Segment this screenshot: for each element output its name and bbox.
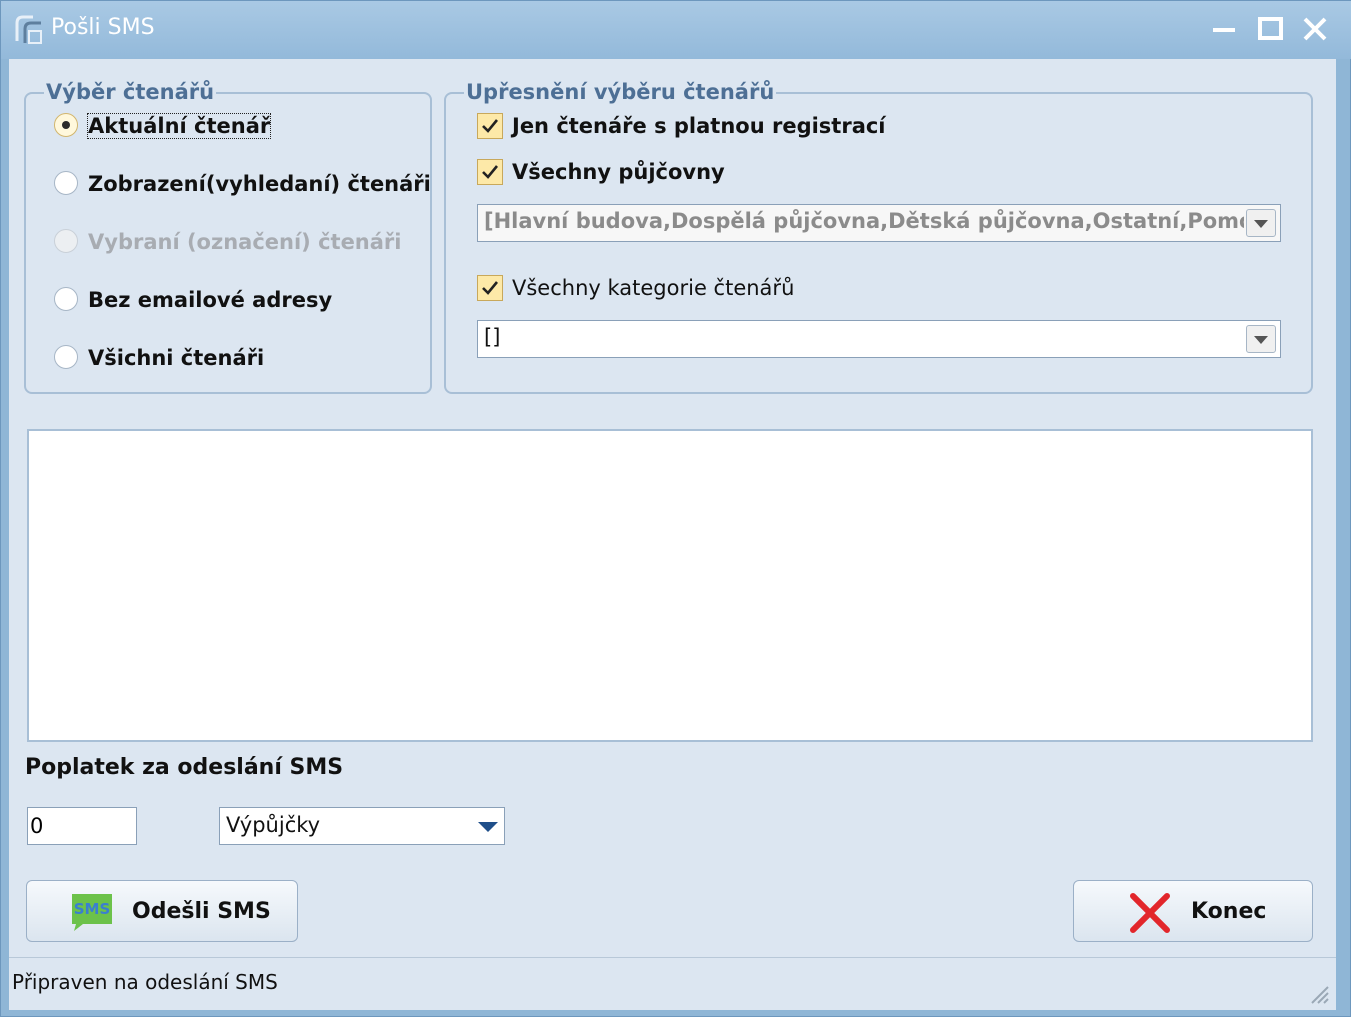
chevron-down-icon[interactable] bbox=[478, 822, 498, 832]
dialog-client-area: Výběr čtenářů Aktuální čtenář Zobrazení(… bbox=[9, 59, 1336, 1010]
chevron-down-icon bbox=[1254, 220, 1268, 228]
sms-dialog-window: Pošli SMS Výběr čtenářů Aktuální čtenář … bbox=[0, 0, 1351, 1017]
checkmark-icon bbox=[482, 119, 499, 133]
sms-icon: SMS bbox=[72, 894, 112, 931]
refine-selection-group: Upřesnění výběru čtenářů Jen čtenáře s p… bbox=[444, 80, 1313, 394]
checkmark-icon bbox=[482, 165, 499, 179]
all-branches-label[interactable]: Všechny půjčovny bbox=[512, 160, 725, 184]
all-branches-checkbox[interactable] bbox=[477, 159, 503, 185]
radio-all-readers-label[interactable]: Všichni čtenáři bbox=[88, 346, 264, 370]
radio-displayed-readers[interactable] bbox=[54, 171, 78, 195]
minimize-icon[interactable] bbox=[1207, 11, 1243, 47]
categories-combobox[interactable]: [] bbox=[477, 320, 1281, 358]
reader-selection-group: Výběr čtenářů Aktuální čtenář Zobrazení(… bbox=[24, 80, 432, 394]
branches-combobox-value: [Hlavní budova,Dospělá půjčovna,Dětská p… bbox=[484, 209, 1244, 233]
radio-displayed-readers-label[interactable]: Zobrazení(vyhledaní) čtenáři bbox=[88, 172, 431, 196]
chevron-down-icon bbox=[1254, 336, 1268, 344]
sms-icon-text: SMS bbox=[74, 900, 111, 918]
radio-no-email-label[interactable]: Bez emailové adresy bbox=[88, 288, 332, 312]
fee-type-value: Výpůjčky bbox=[226, 813, 321, 837]
branches-combobox[interactable]: [Hlavní budova,Dospělá půjčovna,Dětská p… bbox=[477, 204, 1281, 242]
valid-registration-checkbox[interactable] bbox=[477, 113, 503, 139]
sms-message-textarea[interactable] bbox=[27, 429, 1313, 742]
close-icon[interactable] bbox=[1297, 11, 1333, 47]
categories-combobox-value: [] bbox=[484, 325, 501, 349]
app-icon bbox=[15, 15, 42, 44]
radio-selected-readers-label: Vybraní (označení) čtenáři bbox=[88, 230, 402, 254]
all-categories-label[interactable]: Všechny kategorie čtenářů bbox=[512, 276, 794, 300]
radio-current-reader-label[interactable]: Aktuální čtenář bbox=[86, 113, 272, 139]
radio-no-email[interactable] bbox=[54, 287, 78, 311]
status-text: Připraven na odeslání SMS bbox=[12, 970, 278, 994]
send-sms-button-label: Odešli SMS bbox=[132, 899, 271, 924]
close-dialog-button-label: Konec bbox=[1191, 899, 1267, 924]
title-bar[interactable]: Pošli SMS bbox=[1, 1, 1351, 59]
fee-type-select[interactable]: Výpůjčky bbox=[219, 807, 505, 845]
radio-selected-readers bbox=[54, 229, 78, 253]
close-dialog-button[interactable]: Konec bbox=[1073, 880, 1313, 942]
status-bar: Připraven na odeslání SMS bbox=[9, 957, 1336, 1011]
send-sms-button[interactable]: SMS Odešli SMS bbox=[26, 880, 298, 942]
fee-amount-input[interactable]: 0 bbox=[27, 807, 137, 845]
red-x-icon bbox=[1130, 893, 1170, 933]
categories-dropdown-button[interactable] bbox=[1246, 325, 1276, 353]
maximize-icon[interactable] bbox=[1253, 11, 1289, 47]
valid-registration-label[interactable]: Jen čtenáře s platnou registrací bbox=[512, 114, 886, 138]
radio-current-reader[interactable] bbox=[54, 113, 78, 137]
reader-selection-legend: Výběr čtenářů bbox=[44, 80, 217, 104]
fee-label: Poplatek za odeslání SMS bbox=[25, 755, 344, 780]
branches-dropdown-button[interactable] bbox=[1246, 209, 1276, 237]
window-title: Pošli SMS bbox=[51, 15, 155, 40]
checkmark-icon bbox=[482, 281, 499, 295]
refine-selection-legend: Upřesnění výběru čtenářů bbox=[464, 80, 777, 104]
resize-grip-icon[interactable] bbox=[1308, 983, 1330, 1005]
all-categories-checkbox[interactable] bbox=[477, 275, 503, 301]
radio-all-readers[interactable] bbox=[54, 345, 78, 369]
